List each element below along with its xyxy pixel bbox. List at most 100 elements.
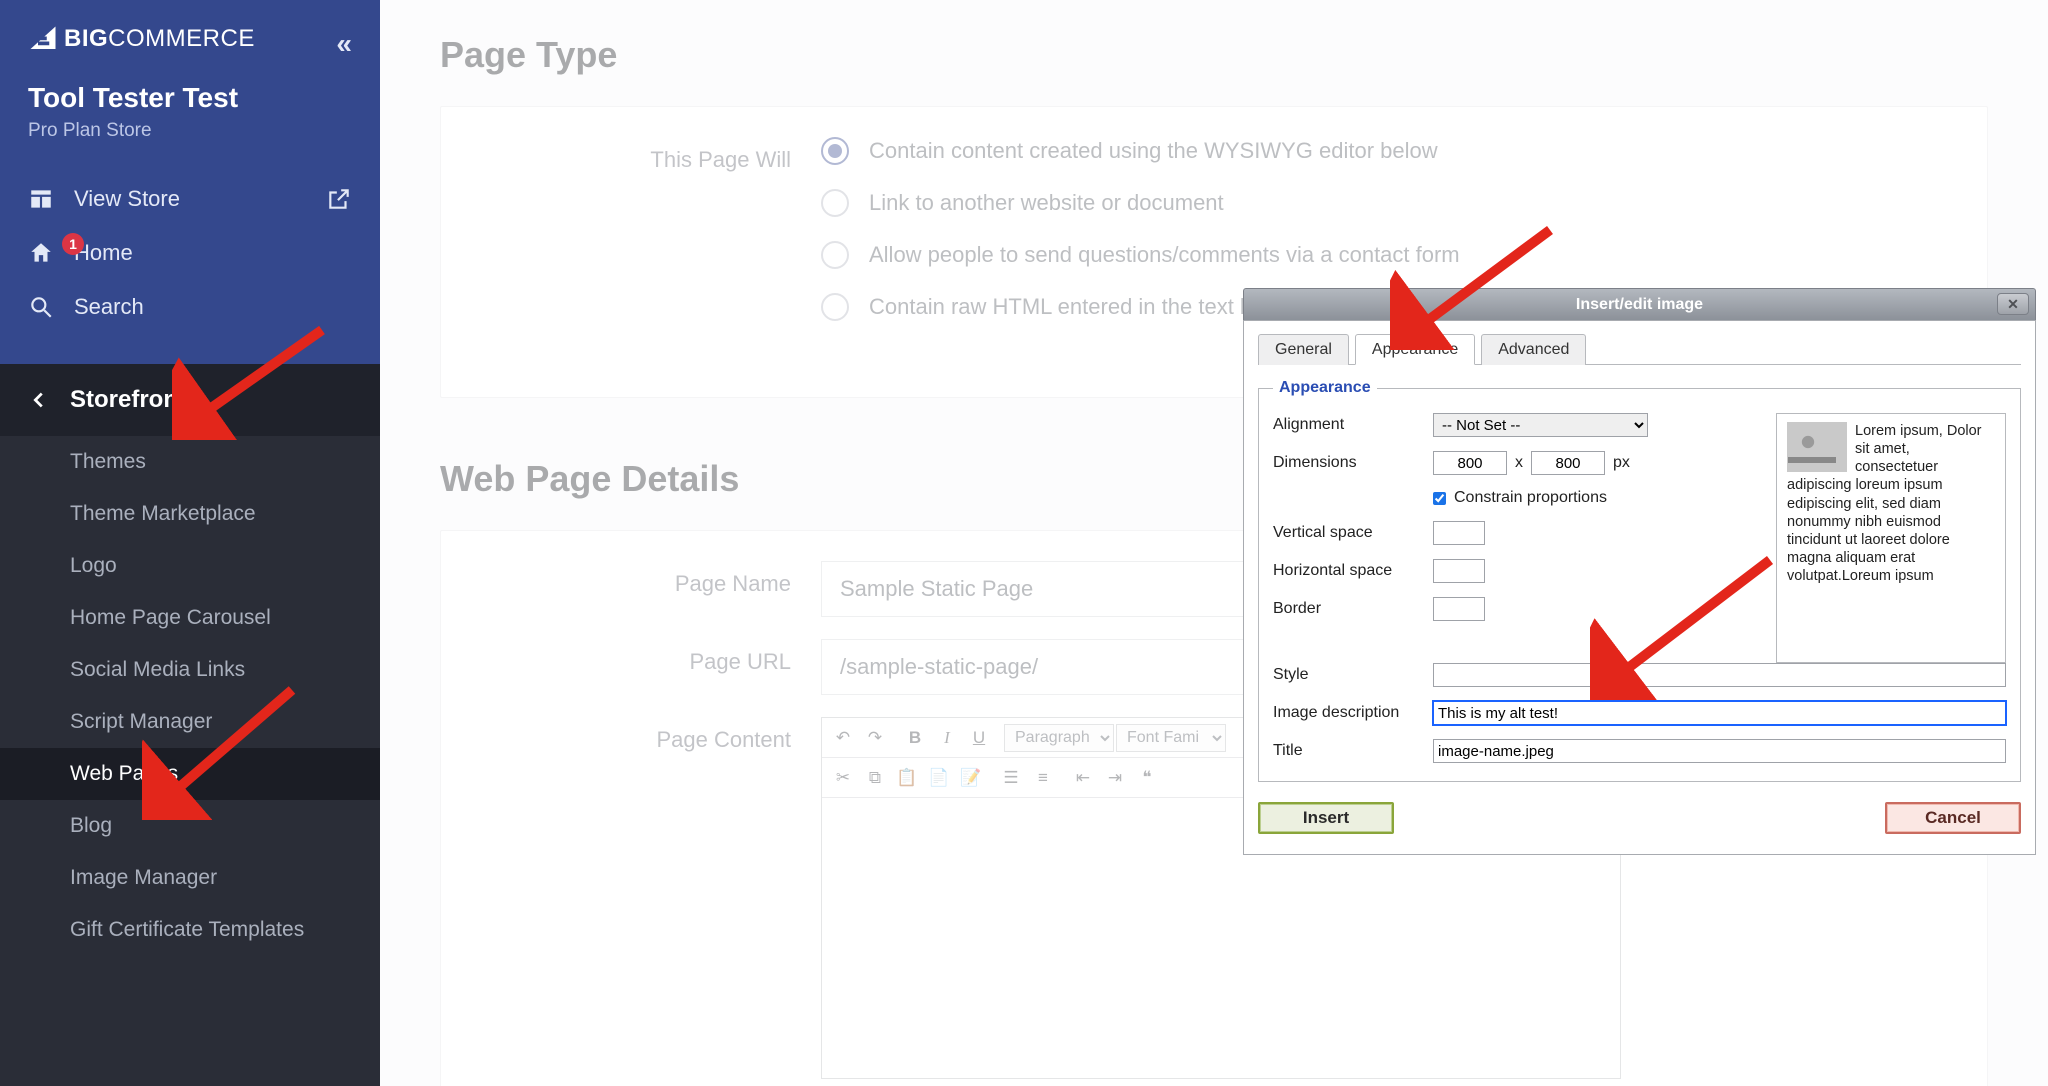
brand-text-1: BIG — [64, 25, 108, 52]
nav-view-store-label: View Store — [74, 186, 180, 212]
number-list-icon[interactable]: ≡ — [1028, 763, 1058, 793]
appearance-fieldset: Appearance Alignment -- Not Set -- Dimen… — [1258, 379, 2021, 782]
input-title[interactable] — [1433, 739, 2006, 763]
format-select[interactable]: Paragraph — [1004, 724, 1114, 752]
input-vspace[interactable] — [1433, 521, 1485, 545]
input-border[interactable] — [1433, 597, 1485, 621]
nav-search[interactable]: Search — [28, 280, 352, 334]
nav-home[interactable]: 1 Home — [28, 226, 352, 280]
sidebar-section-label: Storefront — [70, 386, 186, 414]
label-title: Title — [1273, 742, 1433, 760]
sidebar-item-web-pages[interactable]: Web Pages — [0, 748, 380, 800]
brand-text-2: COMMERCE — [108, 25, 255, 52]
appearance-legend: Appearance — [1273, 379, 1377, 397]
image-dialog: Insert/edit image ✕ General Appearance A… — [1243, 288, 2036, 855]
paste-word-icon[interactable]: 📝 — [956, 763, 986, 793]
sidebar-item-gift-certificate-templates[interactable]: Gift Certificate Templates — [0, 904, 380, 956]
dialog-close-button[interactable]: ✕ — [1997, 293, 2029, 315]
paste-icon[interactable]: 📋 — [892, 763, 922, 793]
sidebar-item-logo[interactable]: Logo — [0, 540, 380, 592]
sidebar-item-theme-marketplace[interactable]: Theme Marketplace — [0, 488, 380, 540]
sidebar-item-social-media-links[interactable]: Social Media Links — [0, 644, 380, 696]
cancel-button[interactable]: Cancel — [1885, 802, 2021, 834]
store-icon — [28, 186, 54, 212]
input-style[interactable] — [1433, 663, 2006, 687]
chevron-left-icon — [28, 389, 50, 411]
sidebar-item-themes[interactable]: Themes — [0, 436, 380, 488]
page-type-option-label: Contain content created using the WYSIWY… — [869, 138, 1438, 164]
input-description[interactable] — [1433, 701, 2006, 725]
sidebar-submenu: ThemesTheme MarketplaceLogoHome Page Car… — [0, 436, 380, 956]
dimensions-x: x — [1515, 454, 1523, 472]
tab-general[interactable]: General — [1258, 334, 1349, 365]
indent-icon[interactable]: ⇥ — [1100, 763, 1130, 793]
radio-icon — [821, 241, 849, 269]
input-height[interactable] — [1531, 451, 1605, 475]
undo-icon[interactable]: ↶ — [828, 723, 858, 753]
paste-text-icon[interactable]: 📄 — [924, 763, 954, 793]
dialog-body: General Appearance Advanced Appearance A… — [1243, 320, 2036, 855]
radio-icon — [821, 137, 849, 165]
label-this-page-will: This Page Will — [481, 137, 821, 173]
dialog-title-text: Insert/edit image — [1576, 296, 1703, 314]
select-alignment[interactable]: -- Not Set -- — [1433, 413, 1648, 437]
bullet-list-icon[interactable]: ☰ — [996, 763, 1026, 793]
section-title-page-type: Page Type — [440, 34, 1988, 76]
font-family-select[interactable]: Font Fami — [1116, 724, 1226, 752]
outdent-icon[interactable]: ⇤ — [1068, 763, 1098, 793]
label-style: Style — [1273, 666, 1433, 684]
bold-icon[interactable]: B — [900, 723, 930, 753]
page-type-option-label: Allow people to send questions/comments … — [869, 242, 1460, 268]
dialog-titlebar[interactable]: Insert/edit image ✕ — [1243, 288, 2036, 320]
page-type-option-1[interactable]: Link to another website or document — [821, 189, 1947, 217]
radio-icon — [821, 293, 849, 321]
label-alignment: Alignment — [1273, 416, 1433, 434]
label-page-url: Page URL — [481, 639, 821, 675]
insert-button[interactable]: Insert — [1258, 802, 1394, 834]
label-constrain: Constrain proportions — [1454, 489, 1607, 507]
copy-icon[interactable]: ⧉ — [860, 763, 890, 793]
label-border: Border — [1273, 600, 1433, 618]
tab-advanced[interactable]: Advanced — [1481, 334, 1586, 365]
page-type-option-label: Link to another website or document — [869, 190, 1224, 216]
store-plan: Pro Plan Store — [28, 120, 352, 142]
brand-mark-icon — [28, 24, 58, 54]
input-hspace[interactable] — [1433, 559, 1485, 583]
sidebar-item-home-page-carousel[interactable]: Home Page Carousel — [0, 592, 380, 644]
sidebar: BIGCOMMERCE « Tool Tester Test Pro Plan … — [0, 0, 380, 1086]
sidebar-section-storefront[interactable]: Storefront — [0, 364, 380, 436]
external-link-icon — [326, 186, 352, 212]
label-vspace: Vertical space — [1273, 524, 1433, 542]
label-description: Image description — [1273, 704, 1433, 722]
nav-view-store[interactable]: View Store — [28, 172, 352, 226]
home-badge: 1 — [62, 233, 84, 255]
radio-icon — [821, 189, 849, 217]
checkbox-constrain[interactable] — [1433, 492, 1446, 505]
label-dimensions: Dimensions — [1273, 454, 1433, 472]
store-name: Tool Tester Test — [28, 82, 352, 114]
sidebar-item-image-manager[interactable]: Image Manager — [0, 852, 380, 904]
italic-icon[interactable]: I — [932, 723, 962, 753]
collapse-sidebar-icon[interactable]: « — [336, 28, 352, 60]
search-icon — [28, 294, 54, 320]
brand-logo: BIGCOMMERCE — [28, 24, 352, 54]
dimensions-px: px — [1613, 454, 1630, 472]
sidebar-item-script-manager[interactable]: Script Manager — [0, 696, 380, 748]
image-preview: Lorem ipsum, Dolor sit amet, consectetue… — [1776, 413, 2006, 663]
blockquote-icon[interactable]: ❝ — [1132, 763, 1162, 793]
redo-icon[interactable]: ↷ — [860, 723, 890, 753]
nav-search-label: Search — [74, 294, 144, 320]
sidebar-item-blog[interactable]: Blog — [0, 800, 380, 852]
dialog-tabs: General Appearance Advanced — [1258, 333, 2021, 365]
underline-icon[interactable]: U — [964, 723, 994, 753]
sidebar-header: BIGCOMMERCE « Tool Tester Test Pro Plan … — [0, 0, 380, 364]
label-hspace: Horizontal space — [1273, 562, 1433, 580]
preview-thumb-icon — [1787, 422, 1847, 472]
input-width[interactable] — [1433, 451, 1507, 475]
page-type-option-2[interactable]: Allow people to send questions/comments … — [821, 241, 1947, 269]
page-type-option-0[interactable]: Contain content created using the WYSIWY… — [821, 137, 1947, 165]
label-page-content: Page Content — [481, 717, 821, 753]
home-icon — [28, 240, 54, 266]
tab-appearance[interactable]: Appearance — [1355, 334, 1475, 365]
cut-icon[interactable]: ✂ — [828, 763, 858, 793]
